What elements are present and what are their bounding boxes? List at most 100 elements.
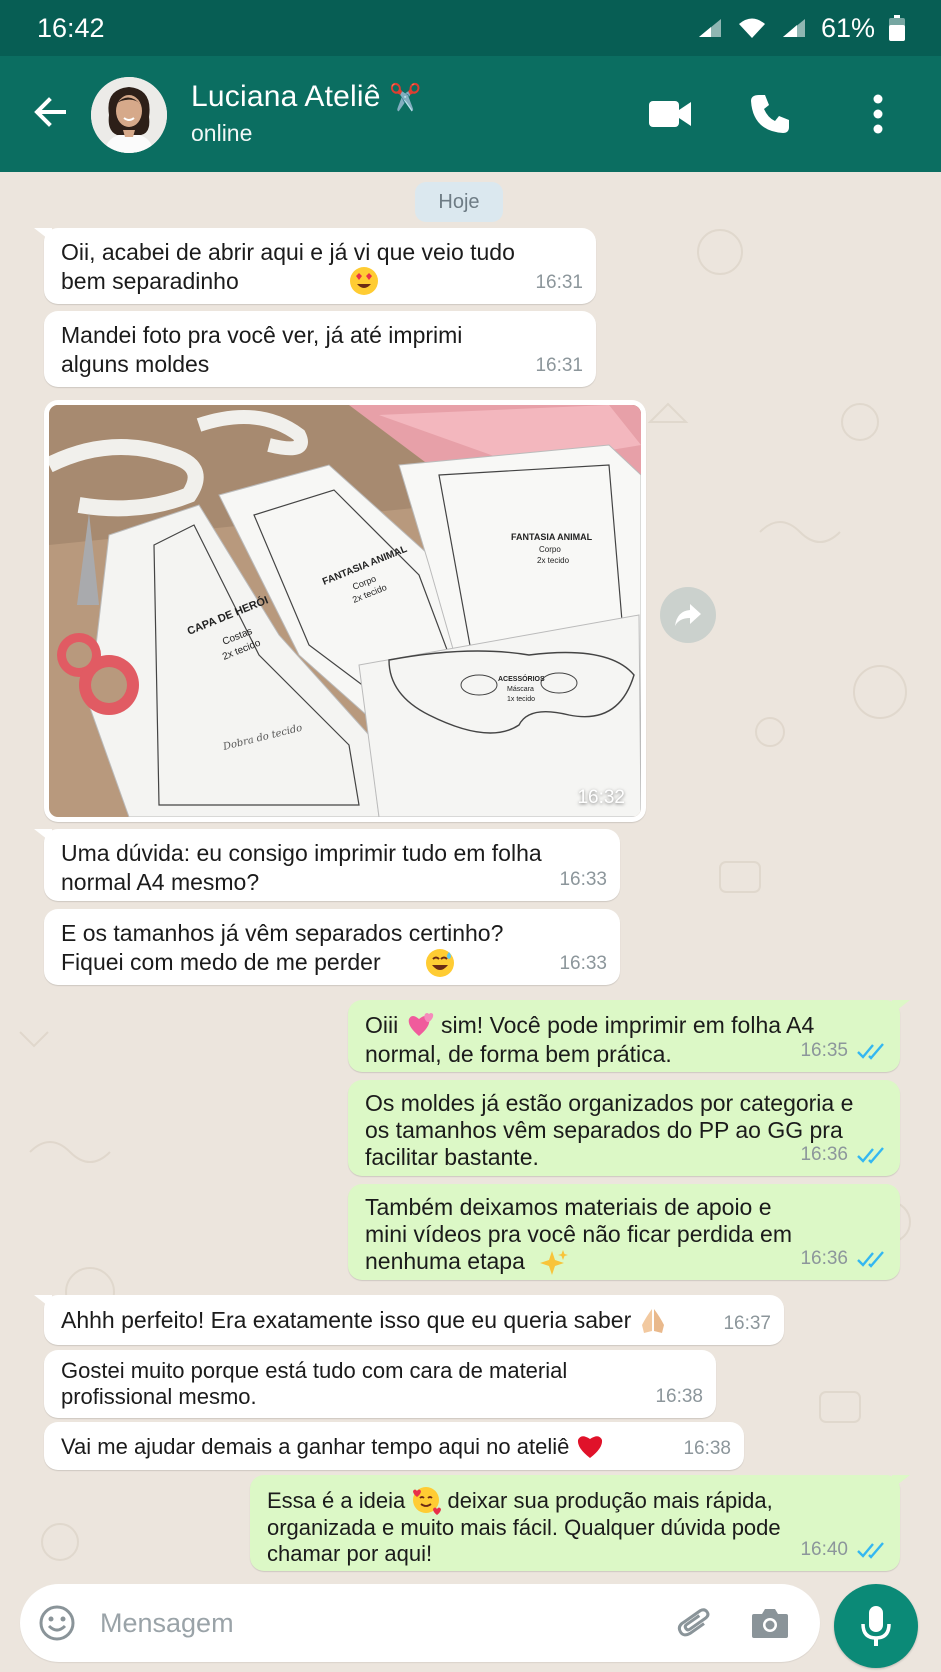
message-text-part: Oiii [365, 1012, 399, 1038]
incoming-message[interactable]: Mandei foto pra você ver, já até imprimi… [44, 311, 596, 387]
microphone-icon [861, 1606, 891, 1646]
message-text-part: Vai me ajudar demais a ganhar tempo aqui… [61, 1434, 570, 1459]
incoming-message[interactable]: Oii, acabei de abrir aqui e já vi que ve… [34, 228, 596, 304]
chat-header: Luciana Ateliê ✂️ online [0, 56, 941, 172]
message-text-part: Ahhh perfeito! Era exatamente isso que e… [61, 1307, 632, 1333]
message-time: 16:40 [800, 1539, 848, 1560]
smiling-face-hearts-emoji-icon [413, 1487, 442, 1515]
message-text: Os moldes já estão organizados por categ… [365, 1090, 854, 1170]
forward-button[interactable] [660, 587, 716, 643]
message-composer[interactable] [20, 1584, 820, 1662]
message-meta: 16:36 [800, 1140, 887, 1169]
message-meta: 16:36 [800, 1244, 887, 1273]
outgoing-message[interactable]: Também deixamos materiais de apoio e min… [348, 1184, 900, 1280]
read-receipt-icon [857, 1250, 884, 1268]
message-meta: 16:38 [683, 1434, 731, 1463]
sweat-smile-emoji-icon [426, 949, 454, 977]
message-time: 16:33 [559, 953, 607, 974]
message-text: Essa é a ideia deixar sua produção mais … [267, 1485, 827, 1567]
message-text: Ahhh perfeito! Era exatamente isso que e… [61, 1305, 701, 1335]
message-input[interactable] [100, 1584, 640, 1662]
forward-icon [675, 604, 701, 626]
two-hearts-emoji-icon [408, 1013, 433, 1036]
emoji-picker-icon[interactable] [38, 1604, 76, 1642]
red-heart-emoji-icon [578, 1436, 603, 1458]
message-time: 16:36 [800, 1248, 848, 1269]
scissors-emoji: ✂️ [389, 82, 422, 112]
status-time: 16:42 [37, 12, 105, 43]
back-arrow-icon[interactable] [28, 90, 72, 134]
read-receipt-icon [857, 1541, 884, 1559]
message-time: 16:35 [800, 1040, 848, 1061]
battery-icon [889, 15, 905, 41]
bubble-tail [34, 829, 52, 843]
sparkles-emoji-icon [540, 1250, 568, 1275]
sewing-patterns-photo[interactable]: CAPA DE HERÓI Costas 2x tecido FANTASIA … [49, 405, 641, 817]
read-receipt-icon [857, 1146, 884, 1164]
date-chip: Hoje [415, 182, 503, 222]
voice-message-button[interactable] [834, 1584, 918, 1668]
outgoing-message[interactable]: Essa é a ideia deixar sua produção mais … [250, 1475, 910, 1571]
avatar[interactable] [91, 77, 167, 153]
video-call-icon[interactable] [647, 91, 693, 137]
message-text: Vai me ajudar demais a ganhar tempo aqui… [61, 1431, 681, 1461]
message-meta: 16:35 [800, 1036, 887, 1065]
mask-pattern-label: ACESSÓRIOS [498, 674, 545, 683]
incoming-message[interactable]: Ahhh perfeito! Era exatamente isso que e… [34, 1295, 784, 1345]
body2-pattern-label: FANTASIA ANIMAL [511, 532, 593, 542]
battery-percent: 61% [820, 12, 875, 43]
body2-pattern-qty: 2x tecido [537, 556, 570, 565]
message-meta: 16:40 [800, 1535, 887, 1564]
contact-name-text: Luciana Ateliê [191, 80, 381, 113]
message-time: 16:31 [535, 355, 583, 376]
more-options-icon[interactable] [855, 91, 901, 137]
mask-pattern-qty: 1x tecido [507, 696, 535, 703]
status-icons: 61% [697, 13, 905, 44]
message-time: 16:33 [559, 869, 607, 890]
message-meta: 16:31 [535, 351, 583, 380]
message-time: 16:38 [655, 1386, 703, 1407]
outgoing-message[interactable]: Os moldes já estão organizados por categ… [348, 1080, 900, 1176]
status-bar: 16:42 61% [0, 0, 941, 56]
contact-status: online [191, 120, 253, 146]
composer-bar [0, 1584, 941, 1672]
attachment-icon[interactable] [676, 1604, 714, 1642]
image-message[interactable]: CAPA DE HERÓI Costas 2x tecido FANTASIA … [44, 400, 646, 822]
message-text: Mandei foto pra você ver, já até imprimi… [61, 322, 463, 377]
voice-call-icon[interactable] [747, 91, 793, 137]
bubble-tail [34, 228, 52, 242]
incoming-message[interactable]: Uma dúvida: eu consigo imprimir tudo em … [34, 829, 620, 901]
bubble-tail [892, 1475, 910, 1489]
chat-area[interactable]: Hoje Oii, acabei de abrir aqui e já vi q… [0, 172, 941, 1584]
body2-pattern-sub: Corpo [539, 545, 561, 554]
praying-hands-emoji-icon [641, 1309, 664, 1333]
contact-name[interactable]: Luciana Ateliê ✂️ [191, 80, 422, 114]
heart-eyes-emoji-icon [350, 267, 378, 295]
bubble-tail [892, 1000, 910, 1014]
message-text-part: Essa é a ideia [267, 1488, 406, 1513]
wifi-icon [738, 18, 765, 38]
message-meta: 16:38 [655, 1382, 703, 1411]
message-text: Oiii sim! Você pode imprimir em folha A4… [365, 1010, 825, 1069]
camera-icon[interactable] [750, 1604, 790, 1642]
incoming-message[interactable]: Gostei muito porque está tudo com cara d… [44, 1350, 716, 1418]
message-text: Uma dúvida: eu consigo imprimir tudo em … [61, 840, 542, 895]
read-receipt-icon [857, 1042, 884, 1060]
message-time: 16:31 [535, 272, 583, 293]
signal-icon [782, 19, 805, 37]
message-text: Oii, acabei de abrir aqui e já vi que ve… [61, 239, 515, 294]
message-text: Gostei muito porque está tudo com cara d… [61, 1358, 568, 1409]
signal-icon [698, 19, 721, 37]
message-meta: 16:37 [723, 1309, 771, 1338]
message-time: 16:36 [800, 1144, 848, 1165]
message-text: Também deixamos materiais de apoio e min… [365, 1194, 792, 1274]
incoming-message[interactable]: E os tamanhos já vêm separados certinho?… [44, 909, 620, 985]
mask-pattern-sub: Máscara [507, 686, 534, 693]
message-meta: 16:31 [535, 268, 583, 297]
incoming-message[interactable]: Vai me ajudar demais a ganhar tempo aqui… [44, 1422, 744, 1470]
outgoing-message[interactable]: Oiii sim! Você pode imprimir em folha A4… [348, 1000, 910, 1072]
message-time: 16:32 [577, 787, 625, 808]
message-meta: 16:33 [559, 949, 607, 978]
bubble-tail [34, 1295, 52, 1309]
message-meta: 16:33 [559, 865, 607, 894]
